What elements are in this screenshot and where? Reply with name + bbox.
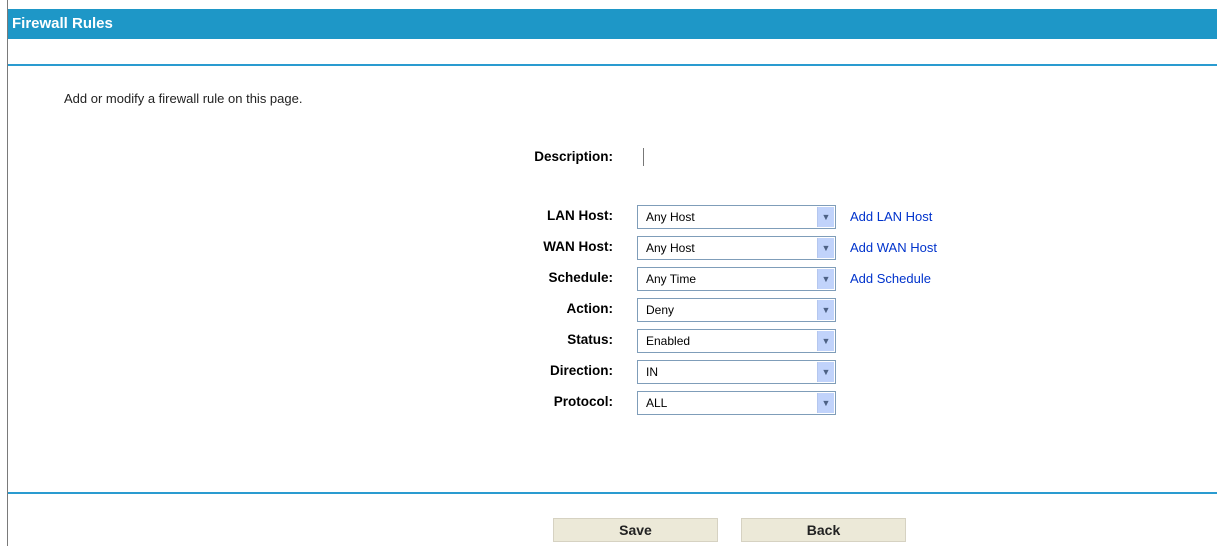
wan-host-label: WAN Host: [543,239,613,254]
page-frame-border [7,0,8,546]
schedule-label: Schedule: [548,270,613,285]
intro-text: Add or modify a firewall rule on this pa… [64,91,303,106]
page-header: Firewall Rules [8,9,1217,39]
wan-host-row: WAN Host: [413,235,613,259]
divider-bottom [8,492,1217,494]
schedule-value: Any Time [646,272,697,286]
divider-top [8,64,1217,66]
chevron-down-icon[interactable]: ▼ [817,269,834,289]
chevron-down-icon[interactable]: ▼ [817,362,834,382]
chevron-down-icon[interactable]: ▼ [817,238,834,258]
chevron-down-icon[interactable]: ▼ [817,331,834,351]
chevron-down-icon[interactable]: ▼ [817,207,834,227]
direction-select[interactable]: IN ▼ [637,360,836,384]
lan-host-select[interactable]: Any Host ▼ [637,205,836,229]
description-row: Description: [413,145,613,169]
wan-host-value: Any Host [646,241,695,255]
protocol-label: Protocol: [553,394,613,409]
page-title: Firewall Rules [12,15,113,32]
status-select[interactable]: Enabled ▼ [637,329,836,353]
add-schedule-link[interactable]: Add Schedule [850,267,931,291]
action-label: Action: [566,301,614,316]
direction-value: IN [646,365,658,379]
save-button[interactable]: Save [553,518,718,542]
lan-host-value: Any Host [646,210,695,224]
wan-host-select[interactable]: Any Host ▼ [637,236,836,260]
schedule-row: Schedule: [413,266,613,290]
description-input[interactable] [643,148,644,166]
add-lan-host-link[interactable]: Add LAN Host [850,205,932,229]
back-button[interactable]: Back [741,518,906,542]
chevron-down-icon[interactable]: ▼ [817,393,834,413]
action-value: Deny [646,303,675,317]
lan-host-label: LAN Host: [547,208,613,223]
protocol-select[interactable]: ALL ▼ [637,391,836,415]
status-label: Status: [567,332,613,347]
protocol-value: ALL [646,396,668,410]
direction-label: Direction: [549,363,613,378]
action-row: Action: [413,297,614,321]
action-select[interactable]: Deny ▼ [637,298,836,322]
status-value: Enabled [646,334,691,348]
direction-row: Direction: [413,359,613,383]
protocol-row: Protocol: [413,390,613,414]
description-label: Description: [534,149,613,164]
add-wan-host-link[interactable]: Add WAN Host [850,236,937,260]
schedule-select[interactable]: Any Time ▼ [637,267,836,291]
chevron-down-icon[interactable]: ▼ [817,300,834,320]
lan-host-row: LAN Host: [413,204,613,228]
status-row: Status: [413,328,613,352]
